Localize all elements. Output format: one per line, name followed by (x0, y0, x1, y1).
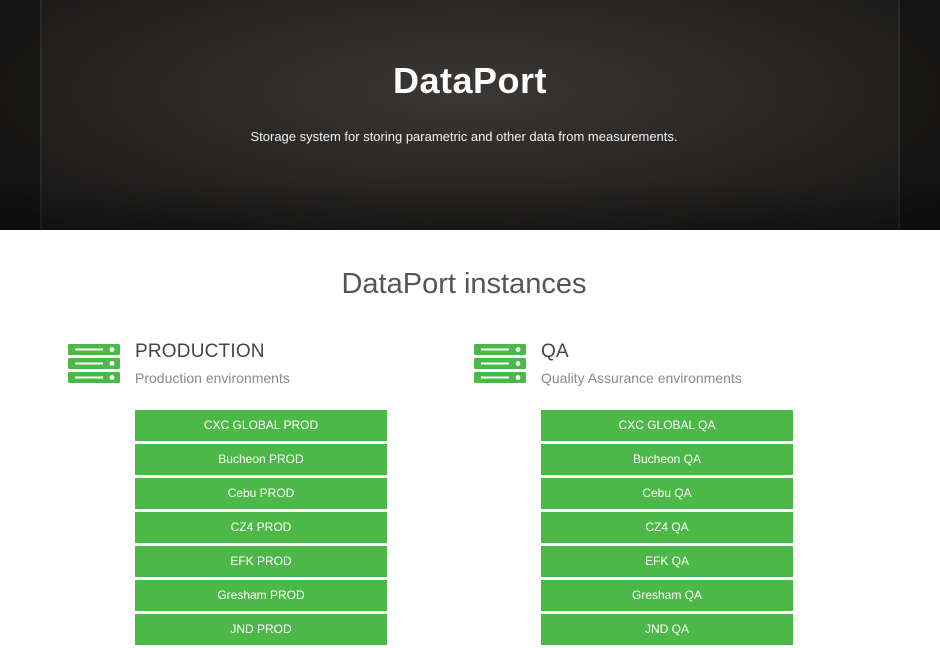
page-subtitle: Storage system for storing parametric an… (0, 129, 928, 144)
list-item: Bucheon PROD (135, 444, 387, 475)
instance-button-efk-qa[interactable]: EFK QA (541, 546, 793, 577)
list-item: Cebu PROD (135, 478, 387, 509)
server-icon (68, 344, 120, 384)
list-item: CXC GLOBAL QA (541, 410, 793, 441)
list-item: EFK QA (541, 546, 793, 577)
hero-fade-bottom (0, 180, 940, 230)
instance-button-cebu-qa[interactable]: Cebu QA (541, 478, 793, 509)
instances-section-title: DataPort instances (0, 268, 928, 301)
qa-description: Quality Assurance environments (541, 370, 742, 386)
production-instance-list: CXC GLOBAL PROD Bucheon PROD Cebu PROD C… (135, 410, 387, 648)
instance-button-cxc-global-qa[interactable]: CXC GLOBAL QA (541, 410, 793, 441)
list-item: EFK PROD (135, 546, 387, 577)
instance-button-cxc-global-prod[interactable]: CXC GLOBAL PROD (135, 410, 387, 441)
list-item: CZ4 QA (541, 512, 793, 543)
hero-banner: DataPort Storage system for storing para… (0, 0, 940, 230)
page-title: DataPort (0, 60, 940, 102)
production-heading: PRODUCTION (135, 341, 265, 363)
list-item: JND PROD (135, 614, 387, 645)
instance-button-gresham-prod[interactable]: Gresham PROD (135, 580, 387, 611)
production-description: Production environments (135, 370, 290, 386)
server-icon (474, 344, 526, 384)
instance-button-cz4-qa[interactable]: CZ4 QA (541, 512, 793, 543)
instance-button-efk-prod[interactable]: EFK PROD (135, 546, 387, 577)
qa-heading: QA (541, 341, 569, 363)
list-item: CXC GLOBAL PROD (135, 410, 387, 441)
instance-button-cz4-prod[interactable]: CZ4 PROD (135, 512, 387, 543)
instance-button-jnd-qa[interactable]: JND QA (541, 614, 793, 645)
list-item: CZ4 PROD (135, 512, 387, 543)
instance-button-bucheon-prod[interactable]: Bucheon PROD (135, 444, 387, 475)
instance-button-bucheon-qa[interactable]: Bucheon QA (541, 444, 793, 475)
qa-instance-list: CXC GLOBAL QA Bucheon QA Cebu QA CZ4 QA … (541, 410, 793, 648)
list-item: Gresham PROD (135, 580, 387, 611)
list-item: Bucheon QA (541, 444, 793, 475)
instance-button-gresham-qa[interactable]: Gresham QA (541, 580, 793, 611)
list-item: Gresham QA (541, 580, 793, 611)
instance-button-cebu-prod[interactable]: Cebu PROD (135, 478, 387, 509)
list-item: JND QA (541, 614, 793, 645)
list-item: Cebu QA (541, 478, 793, 509)
instance-button-jnd-prod[interactable]: JND PROD (135, 614, 387, 645)
